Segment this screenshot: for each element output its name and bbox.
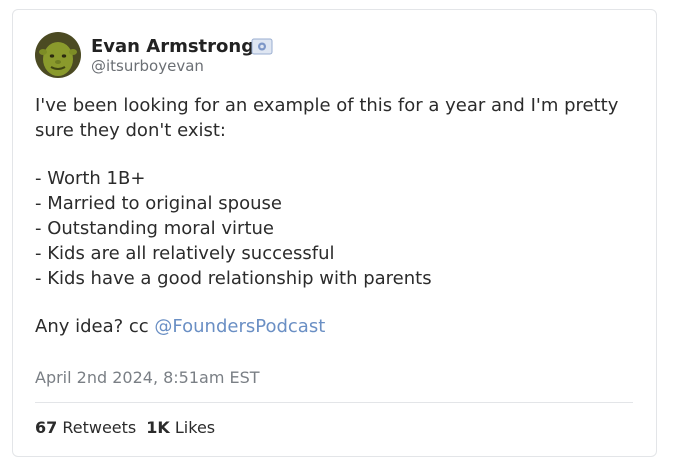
tweet-body: I've been looking for an example of this… xyxy=(35,93,635,339)
user-handle[interactable]: @itsurboyevan xyxy=(91,57,204,75)
list-item: - Kids have a good relationship with par… xyxy=(35,268,432,289)
tweet-card: Evan Armstrong @itsurboyevan I've been l… xyxy=(12,9,657,457)
retweets-label[interactable]: Retweets xyxy=(62,418,136,437)
ogre-avatar-icon xyxy=(35,32,81,78)
avatar[interactable] xyxy=(35,32,81,78)
retweets-count[interactable]: 67 xyxy=(35,418,57,437)
tweet-closing: Any idea? cc @FoundersPodcast xyxy=(35,314,635,339)
tweet-text-intro: I've been looking for an example of this… xyxy=(35,95,619,141)
engagement-stats: 67 Retweets 1K Likes xyxy=(35,418,215,437)
list-item: - Married to original spouse xyxy=(35,193,282,214)
mention-link[interactable]: @FoundersPodcast xyxy=(154,316,325,337)
list-item: - Worth 1B+ xyxy=(35,168,146,189)
display-name[interactable]: Evan Armstrong xyxy=(91,36,254,57)
list-item: - Kids are all relatively successful xyxy=(35,243,335,264)
likes-count[interactable]: 1K xyxy=(146,418,170,437)
likes-label[interactable]: Likes xyxy=(175,418,215,437)
divider xyxy=(35,402,633,403)
tweet-timestamp[interactable]: April 2nd 2024, 8:51am EST xyxy=(35,368,260,387)
closing-text: Any idea? cc xyxy=(35,316,155,337)
verified-badge-icon xyxy=(251,38,273,55)
list-item: - Outstanding moral virtue xyxy=(35,218,275,239)
